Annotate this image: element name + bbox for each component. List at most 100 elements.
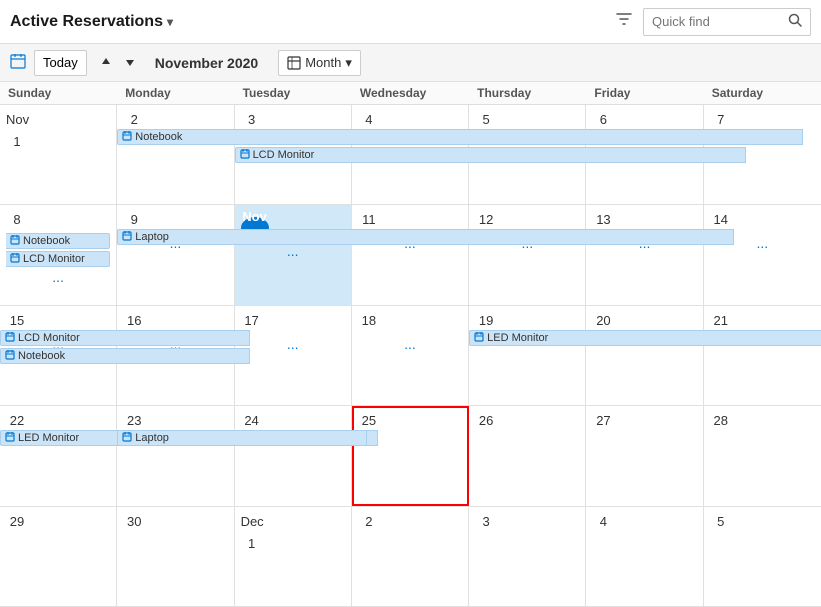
day-num: 25 bbox=[358, 410, 380, 432]
calendar-week-0: Nov 12Notebook3LCD Monitor4567 bbox=[0, 105, 821, 205]
cal-cell-w2-d0[interactable]: 15LCD MonitorNotebook... bbox=[0, 306, 117, 405]
day-num: 2 bbox=[123, 109, 145, 131]
day-num: 30 bbox=[123, 511, 145, 533]
event-icon bbox=[122, 432, 132, 444]
event-bar[interactable]: Laptop bbox=[117, 229, 733, 245]
calendar-week-3: 22LED Monitor23Laptop 24 25 26 27 28 bbox=[0, 406, 821, 506]
cal-cell-w4-d2[interactable]: Dec 1 bbox=[235, 507, 352, 606]
title-text: Active Reservations bbox=[10, 13, 163, 31]
cal-cell-w1-d3[interactable]: 11... bbox=[352, 205, 469, 304]
event-label: Laptop bbox=[135, 231, 169, 243]
event-bar[interactable]: LCD Monitor bbox=[0, 330, 250, 346]
event-bar[interactable]: Notebook bbox=[0, 348, 250, 364]
day-header-fri: Friday bbox=[586, 82, 703, 104]
more-events[interactable]: ... bbox=[6, 269, 110, 285]
view-selector[interactable]: Month ▾ bbox=[278, 50, 361, 76]
day-headers: Sunday Monday Tuesday Wednesday Thursday… bbox=[0, 82, 821, 105]
event-bar[interactable]: Notebook bbox=[6, 233, 110, 249]
day-num: 24 bbox=[241, 410, 263, 432]
calendar-small-icon bbox=[10, 53, 26, 72]
cal-cell-w2-d4[interactable]: 19LED Monitor bbox=[469, 306, 586, 405]
cal-cell-w0-d0[interactable]: Nov 1 bbox=[0, 105, 117, 204]
day-num: 16 bbox=[123, 310, 145, 332]
cal-cell-w3-d2[interactable]: 24 bbox=[235, 406, 352, 505]
cal-cell-w2-d6[interactable]: 21 bbox=[704, 306, 821, 405]
event-label: Notebook bbox=[135, 131, 182, 143]
calendar-week-2: 15LCD MonitorNotebook...16...17...18...1… bbox=[0, 306, 821, 406]
cal-cell-w1-d2[interactable]: Nov 10... bbox=[235, 205, 352, 304]
search-input[interactable] bbox=[652, 14, 782, 29]
cal-cell-w3-d1[interactable]: 23Laptop bbox=[117, 406, 234, 505]
cal-cell-w1-d5[interactable]: 13... bbox=[586, 205, 703, 304]
more-events[interactable]: ... bbox=[358, 336, 462, 352]
cal-cell-w1-d0[interactable]: 8 Notebook LCD Monitor... bbox=[0, 205, 117, 304]
event-bar[interactable]: LCD Monitor bbox=[235, 147, 747, 163]
event-icon bbox=[240, 149, 250, 161]
day-num: 14 bbox=[710, 209, 732, 231]
cal-cell-w2-d3[interactable]: 18... bbox=[352, 306, 469, 405]
cal-cell-w4-d0[interactable]: 29 bbox=[0, 507, 117, 606]
event-bar[interactable]: Laptop bbox=[117, 430, 367, 446]
day-header-sat: Saturday bbox=[704, 82, 821, 104]
day-num: 5 bbox=[710, 511, 732, 533]
event-label: LED Monitor bbox=[18, 432, 79, 444]
day-header-mon: Monday bbox=[117, 82, 234, 104]
cal-cell-w0-d2[interactable]: 3 LCD Monitor bbox=[235, 105, 352, 204]
cal-cell-w4-d4[interactable]: 3 bbox=[469, 507, 586, 606]
day-num: 8 bbox=[6, 209, 28, 231]
view-label: Month bbox=[305, 55, 341, 70]
event-label: LED Monitor bbox=[487, 332, 548, 344]
cal-cell-w3-d0[interactable]: 22LED Monitor bbox=[0, 406, 117, 505]
cal-cell-w3-d6[interactable]: 28 bbox=[704, 406, 821, 505]
day-num: 3 bbox=[475, 511, 497, 533]
day-num: 27 bbox=[592, 410, 614, 432]
cal-cell-w4-d1[interactable]: 30 bbox=[117, 507, 234, 606]
filter-icon[interactable] bbox=[615, 10, 633, 33]
day-num: 13 bbox=[592, 209, 614, 231]
day-num: 28 bbox=[710, 410, 732, 432]
day-num: 17 bbox=[241, 310, 263, 332]
cal-cell-w4-d5[interactable]: 4 bbox=[586, 507, 703, 606]
cal-cell-w1-d1[interactable]: 9Laptop... bbox=[117, 205, 234, 304]
more-events[interactable]: ... bbox=[241, 336, 345, 352]
day-num: 18 bbox=[358, 310, 380, 332]
cal-cell-w3-d5[interactable]: 27 bbox=[586, 406, 703, 505]
day-num: 3 bbox=[241, 109, 263, 131]
page-title: Active Reservations ▾ bbox=[10, 13, 173, 31]
event-bar[interactable]: LCD Monitor bbox=[6, 251, 110, 267]
event-bar[interactable]: LED Monitor bbox=[469, 330, 821, 346]
event-label: LCD Monitor bbox=[18, 332, 80, 344]
month-year-label: November 2020 bbox=[155, 55, 259, 71]
day-num: 2 bbox=[358, 511, 380, 533]
day-num: Nov 1 bbox=[6, 109, 28, 131]
event-bar[interactable]: Notebook bbox=[117, 129, 803, 145]
cal-cell-w2-d2[interactable]: 17... bbox=[235, 306, 352, 405]
title-chevron[interactable]: ▾ bbox=[167, 15, 173, 29]
day-num: 5 bbox=[475, 109, 497, 131]
day-num: 29 bbox=[6, 511, 28, 533]
nav-down-button[interactable] bbox=[119, 53, 141, 73]
nav-up-button[interactable] bbox=[95, 53, 117, 73]
today-button[interactable]: Today bbox=[34, 50, 87, 76]
cal-cell-w1-d4[interactable]: 12... bbox=[469, 205, 586, 304]
event-icon bbox=[5, 350, 15, 362]
cal-cell-w3-d4[interactable]: 26 bbox=[469, 406, 586, 505]
day-num: 4 bbox=[358, 109, 380, 131]
event-icon bbox=[10, 235, 20, 247]
cal-cell-w0-d1[interactable]: 2Notebook bbox=[117, 105, 234, 204]
app-header: Active Reservations ▾ bbox=[0, 0, 821, 44]
day-num: 7 bbox=[710, 109, 732, 131]
today-label: Today bbox=[43, 55, 78, 70]
day-header-wed: Wednesday bbox=[352, 82, 469, 104]
event-label: Notebook bbox=[18, 350, 65, 362]
event-label: LCD Monitor bbox=[23, 253, 85, 265]
day-num: 19 bbox=[475, 310, 497, 332]
event-label: LCD Monitor bbox=[253, 149, 315, 161]
cal-cell-w3-d3[interactable]: 25 bbox=[352, 406, 469, 505]
cal-cell-w4-d6[interactable]: 5 bbox=[704, 507, 821, 606]
event-label: Laptop bbox=[135, 432, 169, 444]
cal-cell-w1-d6[interactable]: 14... bbox=[704, 205, 821, 304]
cal-cell-w2-d5[interactable]: 20 bbox=[586, 306, 703, 405]
calendar-view: Sunday Monday Tuesday Wednesday Thursday… bbox=[0, 82, 821, 607]
cal-cell-w4-d3[interactable]: 2 bbox=[352, 507, 469, 606]
